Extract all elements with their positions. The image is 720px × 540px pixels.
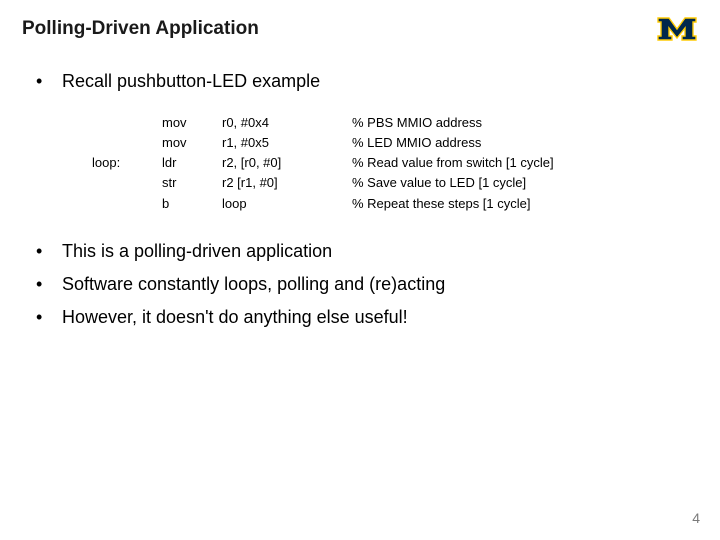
bullets-bottom: • This is a polling-driven application •… xyxy=(22,238,698,331)
michigan-logo-icon xyxy=(656,14,698,47)
code-label xyxy=(92,173,162,193)
bullet-text: Software constantly loops, polling and (… xyxy=(62,271,698,298)
bullet-item: • This is a polling-driven application xyxy=(22,238,698,265)
assembly-code-block: mov r0, #0x4 % PBS MMIO address mov r1, … xyxy=(92,113,698,214)
code-args: r2, [r0, #0] xyxy=(222,153,352,173)
code-args: r1, #0x5 xyxy=(222,133,352,153)
code-label xyxy=(92,194,162,214)
code-row: b loop % Repeat these steps [1 cycle] xyxy=(92,194,698,214)
code-comment: % PBS MMIO address xyxy=(352,113,698,133)
code-row: mov r1, #0x5 % LED MMIO address xyxy=(92,133,698,153)
bullet-dot-icon: • xyxy=(22,271,62,298)
code-op: mov xyxy=(162,113,222,133)
bullet-text: This is a polling-driven application xyxy=(62,238,698,265)
code-comment: % Read value from switch [1 cycle] xyxy=(352,153,698,173)
code-args: loop xyxy=(222,194,352,214)
bullets-top: • Recall pushbutton-LED example xyxy=(22,68,698,95)
bullet-item: • However, it doesn't do anything else u… xyxy=(22,304,698,331)
code-comment: % Repeat these steps [1 cycle] xyxy=(352,194,698,214)
bullet-dot-icon: • xyxy=(22,238,62,265)
bullet-dot-icon: • xyxy=(22,68,62,95)
slide-title: Polling-Driven Application xyxy=(22,18,698,40)
code-op: mov xyxy=(162,133,222,153)
bullet-text: However, it doesn't do anything else use… xyxy=(62,304,698,331)
code-args: r2 [r1, #0] xyxy=(222,173,352,193)
slide: Polling-Driven Application • Recall push… xyxy=(0,0,720,540)
code-op: str xyxy=(162,173,222,193)
bullet-item: • Recall pushbutton-LED example xyxy=(22,68,698,95)
bullet-item: • Software constantly loops, polling and… xyxy=(22,271,698,298)
code-row: loop: ldr r2, [r0, #0] % Read value from… xyxy=(92,153,698,173)
code-row: mov r0, #0x4 % PBS MMIO address xyxy=(92,113,698,133)
code-op: b xyxy=(162,194,222,214)
bullet-text: Recall pushbutton-LED example xyxy=(62,68,698,95)
code-comment: % Save value to LED [1 cycle] xyxy=(352,173,698,193)
page-number: 4 xyxy=(692,510,700,526)
code-label: loop: xyxy=(92,153,162,173)
code-label xyxy=(92,113,162,133)
code-op: ldr xyxy=(162,153,222,173)
bullet-dot-icon: • xyxy=(22,304,62,331)
code-label xyxy=(92,133,162,153)
code-row: str r2 [r1, #0] % Save value to LED [1 c… xyxy=(92,173,698,193)
code-args: r0, #0x4 xyxy=(222,113,352,133)
code-comment: % LED MMIO address xyxy=(352,133,698,153)
